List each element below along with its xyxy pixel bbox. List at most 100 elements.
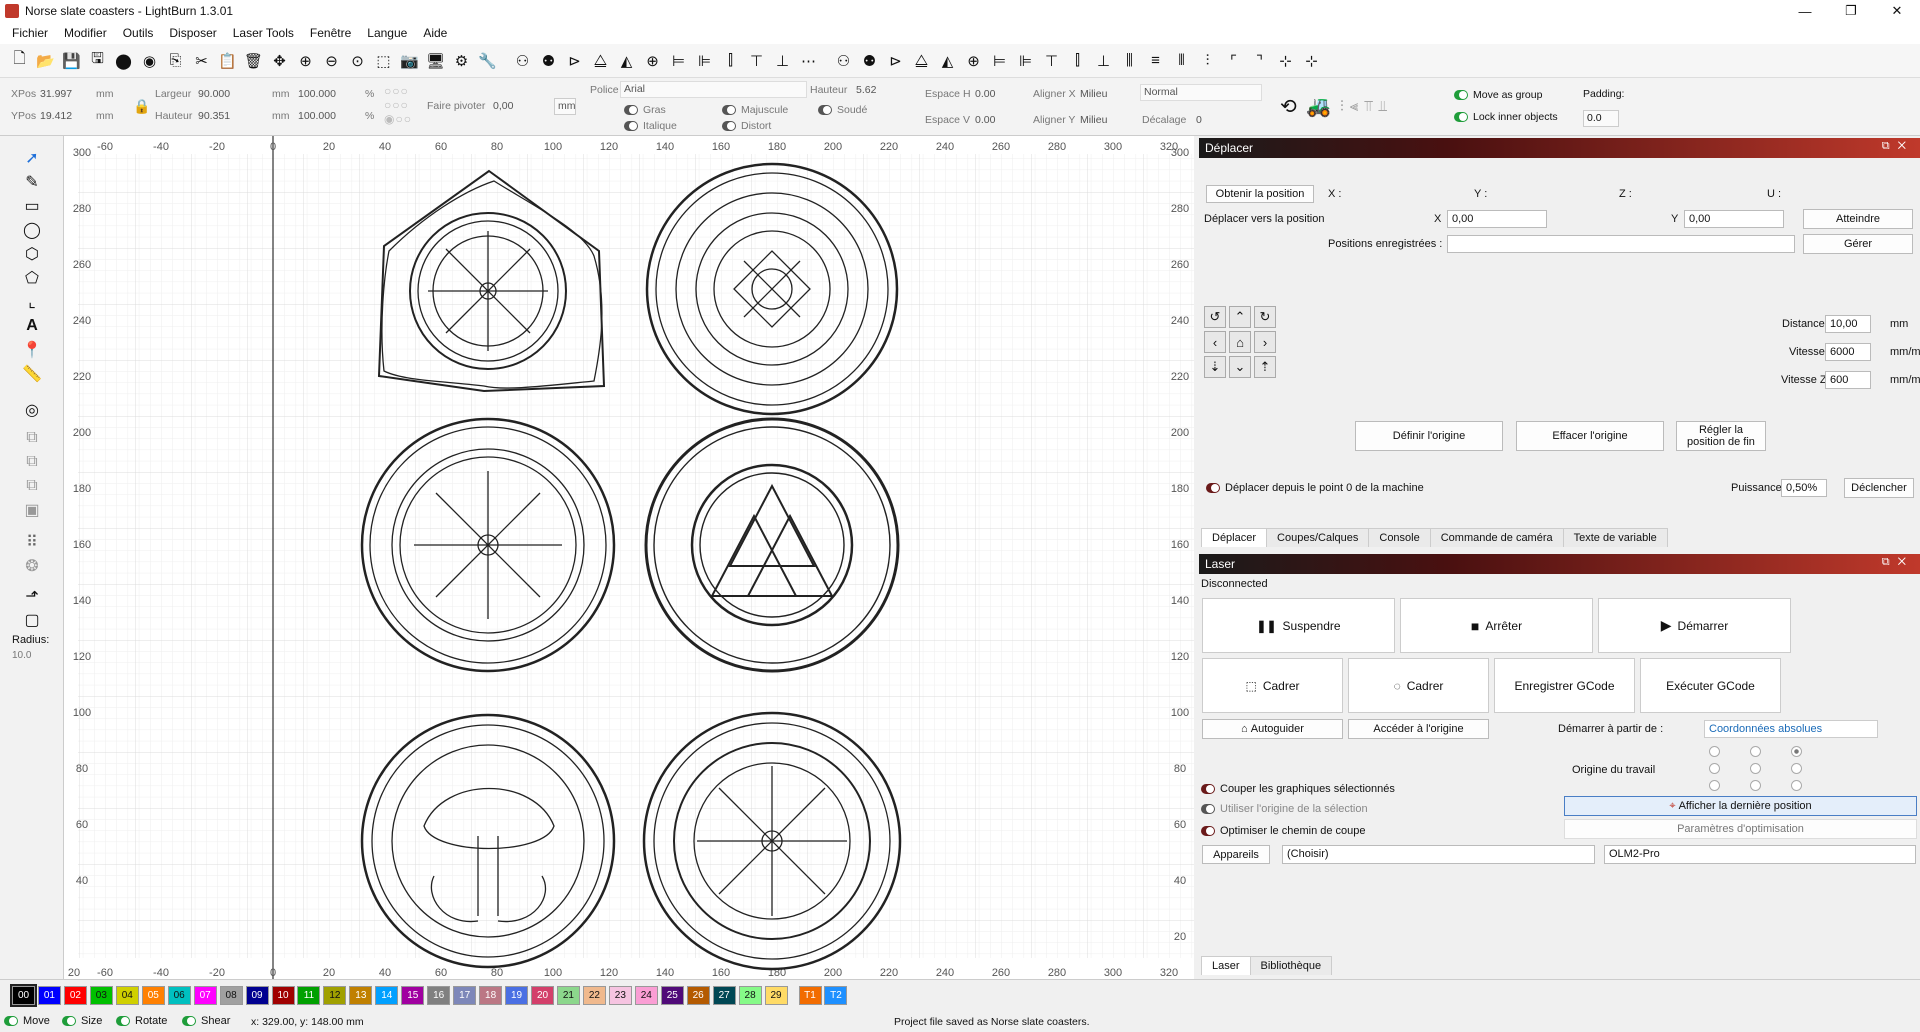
- layer-swatch-12[interactable]: 12: [323, 986, 347, 1005]
- space-v-icon[interactable]: ≡: [1144, 49, 1167, 72]
- same-width-icon[interactable]: ⫴: [1170, 49, 1193, 72]
- unit-toggle-button[interactable]: mm: [554, 98, 576, 115]
- maximize-button[interactable]: ❐: [1828, 0, 1874, 22]
- move-x-input[interactable]: 0,00: [1447, 210, 1547, 228]
- menu-file[interactable]: Fichier: [4, 26, 56, 40]
- set-origin-button[interactable]: Définir l'origine: [1355, 421, 1503, 451]
- scale-y-input[interactable]: 100.000: [298, 110, 336, 122]
- rotate-ccw-icon[interactable]: ↺: [1204, 306, 1226, 328]
- manage-button[interactable]: Gérer: [1803, 234, 1913, 254]
- fire-button[interactable]: Déclencher: [1844, 478, 1914, 498]
- padding-input[interactable]: 0.0: [1583, 110, 1619, 127]
- radius-input[interactable]: 10.0: [12, 650, 31, 661]
- ellipse-icon[interactable]: ◯: [22, 220, 42, 240]
- laser-panel-float-close-icon[interactable]: ⧉✕: [1882, 556, 1914, 569]
- frame-rect-button[interactable]: ⬚ Cadrer: [1202, 658, 1343, 713]
- distance-input[interactable]: 10,00: [1825, 315, 1871, 333]
- menu-edit[interactable]: Modifier: [56, 26, 115, 40]
- layer-swatch-08[interactable]: 08: [219, 986, 243, 1005]
- distort-toggle[interactable]: Distort: [741, 120, 771, 132]
- grouping-tools-icon[interactable]: ⫶⫷⫪⫫: [1340, 98, 1393, 115]
- boolean-intersect-icon[interactable]: ⧉: [22, 476, 42, 496]
- layer-swatch-T2[interactable]: T2: [824, 986, 848, 1005]
- menu-language[interactable]: Langue: [359, 26, 415, 40]
- ypos-input[interactable]: 19.412: [40, 110, 72, 122]
- optimize-cut-path-toggle[interactable]: Optimiser le chemin de coupe: [1220, 825, 1366, 837]
- move-y-input[interactable]: 0,00: [1684, 210, 1784, 228]
- italic-toggle[interactable]: Italique: [643, 120, 677, 132]
- width-input[interactable]: 90.000: [198, 88, 230, 100]
- move-toggle[interactable]: Move: [23, 1015, 50, 1027]
- run-gcode-button[interactable]: Exécuter GCode: [1640, 658, 1781, 713]
- space-h-icon[interactable]: ⫼: [1118, 49, 1141, 72]
- layer-swatch-05[interactable]: 05: [141, 986, 165, 1005]
- layer-swatch-04[interactable]: 04: [115, 986, 139, 1005]
- home-button[interactable]: ⌂ Autoguider: [1202, 719, 1343, 739]
- monitor-icon[interactable]: 🖥: [424, 49, 447, 72]
- edit-nodes-icon[interactable]: ⬏: [22, 586, 42, 606]
- layer-swatch-03[interactable]: 03: [89, 986, 113, 1005]
- layer-swatch-13[interactable]: 13: [349, 986, 373, 1005]
- align2-bottom-icon[interactable]: ⊥: [1092, 49, 1115, 72]
- text-mode-select[interactable]: Normal: [1140, 84, 1262, 101]
- pause-button[interactable]: ❚❚ Suspendre: [1202, 598, 1395, 653]
- weld-icon[interactable]: ⟲: [1280, 94, 1297, 119]
- rotate-toggle[interactable]: Rotate: [135, 1015, 167, 1027]
- home-icon[interactable]: ⌂: [1229, 331, 1251, 353]
- copy-icon[interactable]: ⎘: [164, 49, 187, 72]
- jog-down-icon[interactable]: ⌄: [1229, 356, 1251, 378]
- offset-input[interactable]: 0: [1196, 114, 1202, 126]
- same-height-icon[interactable]: ⫶: [1196, 49, 1219, 72]
- measure-icon[interactable]: 📏: [22, 364, 42, 384]
- align-bottom-icon[interactable]: ⊥: [771, 49, 794, 72]
- align2-center-icon[interactable]: ⊕: [962, 49, 985, 72]
- cut-selected-toggle[interactable]: Couper les graphiques sélectionnés: [1220, 783, 1395, 795]
- welded-toggle[interactable]: Soudé: [837, 104, 867, 116]
- layer-swatch-29[interactable]: 29: [764, 986, 788, 1005]
- shear-toggle[interactable]: Shear: [201, 1015, 230, 1027]
- origin-radio-tc[interactable]: [1750, 746, 1761, 757]
- tab-cuts-layers[interactable]: Coupes/Calques: [1266, 528, 1370, 547]
- zoom-frame-icon[interactable]: ⬚: [372, 49, 395, 72]
- open-folder-icon[interactable]: 📂: [34, 49, 57, 72]
- mirror-icon[interactable]: ◭: [615, 49, 638, 72]
- pan-icon[interactable]: ✥: [268, 49, 291, 72]
- panel-float-close-icon[interactable]: ⧉✕: [1882, 140, 1914, 153]
- paste-icon[interactable]: 📋: [216, 49, 239, 72]
- rounded-corner-icon[interactable]: ▢: [22, 610, 42, 630]
- tab-library[interactable]: Bibliothèque: [1249, 956, 1333, 975]
- layer-swatch-22[interactable]: 22: [582, 986, 606, 1005]
- layer-swatch-21[interactable]: 21: [556, 986, 580, 1005]
- bold-toggle[interactable]: Gras: [643, 104, 666, 116]
- device-select[interactable]: OLM2-Pro: [1604, 845, 1916, 864]
- optimization-settings-button[interactable]: Paramètres d'optimisation: [1564, 819, 1917, 839]
- use-selection-origin-toggle[interactable]: Utiliser l'origine de la sélection: [1220, 803, 1368, 815]
- layer-swatch-09[interactable]: 09: [245, 986, 269, 1005]
- align-right-icon[interactable]: ⊫: [693, 49, 716, 72]
- goto-button[interactable]: Atteindre: [1803, 209, 1913, 229]
- origin-radio-tl[interactable]: [1709, 746, 1720, 757]
- align-center-icon[interactable]: ⊕: [641, 49, 664, 72]
- new-file-icon[interactable]: 🗋: [8, 49, 31, 72]
- layer-swatch-10[interactable]: 10: [271, 986, 295, 1005]
- jog-up-icon[interactable]: ⌃: [1229, 306, 1251, 328]
- shape-icon[interactable]: ⬠: [22, 268, 42, 288]
- distribute-icon[interactable]: ⋯: [797, 49, 820, 72]
- anchor-grid-icon[interactable]: ○○○ ○○○ ◉○○: [384, 84, 412, 126]
- align2-middle-icon[interactable]: ⫿: [1066, 49, 1089, 72]
- offset-tool-icon[interactable]: ◎: [22, 400, 42, 420]
- vspace-input[interactable]: 0.00: [975, 114, 995, 126]
- group2-icon[interactable]: ⚇: [832, 49, 855, 72]
- origin-radio-bc[interactable]: [1750, 780, 1761, 791]
- zoom-out-icon[interactable]: ⊖: [320, 49, 343, 72]
- save-as-icon[interactable]: 🖫: [86, 49, 109, 72]
- zoom-in-icon[interactable]: ⊕: [294, 49, 317, 72]
- menu-help[interactable]: Aide: [415, 26, 455, 40]
- align-hcenter-icon[interactable]: ⫿: [719, 49, 742, 72]
- layer-swatch-02[interactable]: 02: [63, 986, 87, 1005]
- size-toggle[interactable]: Size: [81, 1015, 102, 1027]
- workspace-canvas[interactable]: -60 -40 -20 0 20 40 60 80 100 120 140 160 180 200 220 2…: [64, 136, 1194, 979]
- menu-arrange[interactable]: Disposer: [161, 26, 224, 40]
- layer-swatch-26[interactable]: 26: [686, 986, 710, 1005]
- rectangle-icon[interactable]: ▭: [22, 196, 42, 216]
